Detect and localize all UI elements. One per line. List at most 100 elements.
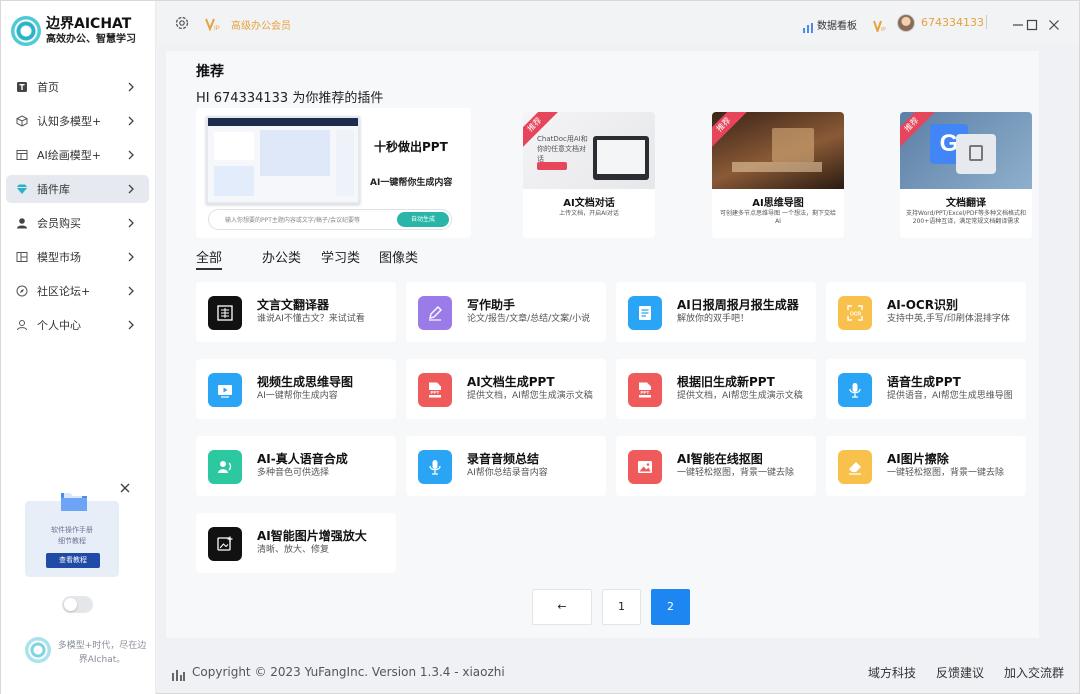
svg-text:PPT: PPT (641, 390, 650, 395)
close-window-icon[interactable] (1048, 16, 1060, 30)
plugin-card[interactable]: OCR AI-OCR识别 支持中英,手写/印刷体混排字体 (826, 282, 1026, 342)
bar-chart-icon (803, 18, 813, 33)
hero-tagline: AI一键帮你生成内容 (370, 178, 453, 188)
plugin-card[interactable]: 语音生成PPT 提供语音，AI帮您生成思维导图 (826, 359, 1026, 419)
plugin-card[interactable]: AI智能在线抠图 一键轻松抠图，背景一键去除 (616, 436, 816, 496)
hero-topic-input[interactable]: 输入你想要的PPT主题内容或文字/稿子/会议纪要等 自动生成 (208, 209, 452, 230)
close-icon[interactable] (119, 479, 131, 493)
plugin-card[interactable]: 录音音频总结 AI帮你总结录音内容 (406, 436, 606, 496)
chevron-right-icon (125, 285, 137, 297)
data-board-link[interactable]: 数据看板 (817, 17, 857, 32)
plugin-desc: 提供语音，AI帮您生成思维导图 (887, 391, 1013, 401)
svg-text:IP: IP (881, 27, 886, 32)
footer-link-join-group[interactable]: 加入交流群 (1004, 664, 1064, 681)
brand-logo-icon (11, 16, 41, 46)
user-icon (16, 217, 28, 229)
sidebar-item-4[interactable]: 会员购买 (6, 209, 149, 237)
plugin-title: AI智能在线抠图 (677, 452, 763, 466)
feature-image-caption: ChatDoc用AI和你的任意文档对话 (537, 135, 588, 163)
feature-title: AI思维导图 (752, 198, 804, 209)
plugin-title: 根据旧生成新PPT (677, 375, 775, 389)
hero-screenshot (206, 116, 360, 204)
minimize-icon[interactable] (1012, 16, 1024, 28)
page-subtitle: HI 674334133 为你推荐的插件 (196, 91, 384, 106)
footer-link-feedback[interactable]: 反馈建议 (936, 664, 984, 681)
plugin-card[interactable]: 写作助手 论文/报告/文章/总结/文案/小说 (406, 282, 606, 342)
plugin-title: AI日报周报月报生成器 (677, 298, 799, 312)
eraser-icon (838, 450, 872, 484)
sidebar-item-0[interactable]: 首页 (6, 73, 149, 101)
vip-icon: IP (205, 16, 221, 32)
plugin-title: AI智能图片增强放大 (257, 529, 367, 543)
sidebar-item-label: AI绘画模型+ (37, 149, 101, 162)
avatar[interactable] (897, 14, 915, 32)
plugin-card[interactable]: 视频生成思维导图 AI一键帮你生成内容 (196, 359, 396, 419)
sidebar-item-5[interactable]: 模型市场 (6, 243, 149, 271)
plugin-desc: 论文/报告/文章/总结/文案/小说 (467, 314, 591, 324)
tab-office[interactable]: 办公类 (262, 247, 301, 266)
feature-desc: 上传文档，开启AI对话 (559, 210, 619, 217)
page-title: 推荐 (196, 64, 224, 80)
sidebar-item-label: 社区论坛+ (37, 285, 91, 298)
footer: Copyright © 2023 YuFangInc. Version 1.3.… (157, 649, 1079, 694)
hero-banner-ppt[interactable]: 十秒做出PPT AI一键帮你生成内容 输入你想要的PPT主题内容或文字/稿子/会… (196, 108, 471, 238)
vip-label[interactable]: 高级办公会员 (231, 17, 291, 32)
person-icon (16, 319, 28, 331)
feature-title: AI文档对话 (563, 198, 615, 209)
page-button-1[interactable]: 1 (602, 589, 641, 625)
plugin-card[interactable]: AI-真人语音合成 多种音色可供选择 (196, 436, 396, 496)
tab-study[interactable]: 学习类 (321, 247, 360, 266)
plugin-card[interactable]: 文言文翻译器 谁说AI不懂古文？来试试看 (196, 282, 396, 342)
feature-card-ai-doc-chat[interactable]: ChatDoc用AI和你的任意文档对话 推荐 AI文档对话 上传文档，开启AI对… (523, 112, 655, 238)
plugin-desc: AI帮你总结录音内容 (467, 468, 548, 478)
sidebar: 边界AICHAT 高效办公、智慧学习 首页认知多模型+ AI绘画模型+ 插件库会员购… (1, 1, 156, 694)
user-id[interactable]: 674334133 (921, 16, 984, 29)
plugin-card[interactable]: PPT AI文档生成PPT 提供文档，AI帮您生成演示文稿 (406, 359, 606, 419)
plugin-card[interactable]: AI日报周报月报生成器解放你的双手吧！ (616, 282, 816, 342)
sidebar-item-6[interactable]: 社区论坛+ (6, 277, 149, 305)
plugin-title: 视频生成思维导图 (257, 375, 354, 389)
page-button-2[interactable]: 2 (651, 589, 690, 625)
footer-link-company[interactable]: 域方科技 (868, 664, 916, 681)
sidebar-item-1[interactable]: 认知多模型+ (6, 107, 149, 135)
tab-image[interactable]: 图像类 (379, 247, 418, 266)
microphone-icon (838, 373, 872, 407)
gear-icon[interactable] (174, 15, 190, 31)
auto-generate-button[interactable]: 自动生成 (397, 212, 449, 227)
maximize-icon[interactable] (1026, 16, 1038, 31)
view-tutorial-button[interactable]: 查看教程 (46, 553, 100, 568)
chevron-right-icon (125, 217, 137, 229)
svg-text:IP: IP (214, 26, 220, 31)
sidebar-item-7[interactable]: 个人中心 (6, 311, 149, 339)
brand[interactable]: 边界AICHAT 高效办公、智慧学习 (11, 11, 151, 51)
plugin-desc: 提供文档，AI帮您生成演示文稿 (467, 391, 593, 401)
plugin-desc: 解放你的双手吧！ (677, 314, 750, 324)
prev-page-button[interactable]: ← (532, 589, 592, 625)
sidebar-item-label: 个人中心 (37, 319, 81, 332)
feature-card-ai-mindmap[interactable]: 推荐 AI思维导图 可创建多节点思维导图 一个想法，剩下交给AI (712, 112, 844, 238)
classical-text-icon (208, 296, 242, 330)
tab-all[interactable]: 全部 (196, 247, 223, 270)
plugin-card[interactable]: AI图片擦除 一键轻松抠图，背景一键去除 (826, 436, 1026, 496)
plugin-desc: 多种音色可供选择 (257, 468, 330, 478)
plugin-title: 语音生成PPT (887, 375, 961, 389)
app-window: 边界AICHAT 高效办公、智慧学习 首页认知多模型+ AI绘画模型+ 插件库会员购… (0, 0, 1080, 694)
hero-input-placeholder: 输入你想要的PPT主题内容或文字/稿子/会议纪要等 (225, 217, 360, 224)
plugin-card[interactable]: PPT 根据旧生成新PPT 提供文档，AI帮您生成演示文稿 (616, 359, 816, 419)
feature-title: 文档翻译 (946, 198, 986, 209)
feature-card-doc-translate[interactable]: G 推荐 文档翻译 支持Word/PPT/Excel/PDF等多种文档格式和20… (900, 112, 1032, 238)
plugin-title: 文言文翻译器 (257, 298, 330, 312)
sidebar-item-label: 认知多模型+ (37, 115, 102, 128)
grid-icon (16, 251, 28, 263)
sidebar-item-3[interactable]: 插件库 (6, 175, 149, 203)
svg-text:PPT: PPT (431, 390, 440, 395)
plugin-title: 录音音频总结 (467, 452, 540, 466)
promo-line-2: 细节教程 (58, 537, 86, 545)
sidebar-item-2[interactable]: AI绘画模型+ (6, 141, 149, 169)
chevron-right-icon (125, 149, 137, 161)
plugin-title: AI文档生成PPT (467, 375, 555, 389)
sidebar-item-label: 插件库 (37, 183, 70, 196)
feature-desc: 可创建多节点思维导图 一个想法，剩下交给AI (720, 210, 836, 225)
plugin-card[interactable]: AI智能图片增强放大 清晰、放大、修复 (196, 513, 396, 573)
theme-toggle[interactable] (62, 596, 93, 613)
